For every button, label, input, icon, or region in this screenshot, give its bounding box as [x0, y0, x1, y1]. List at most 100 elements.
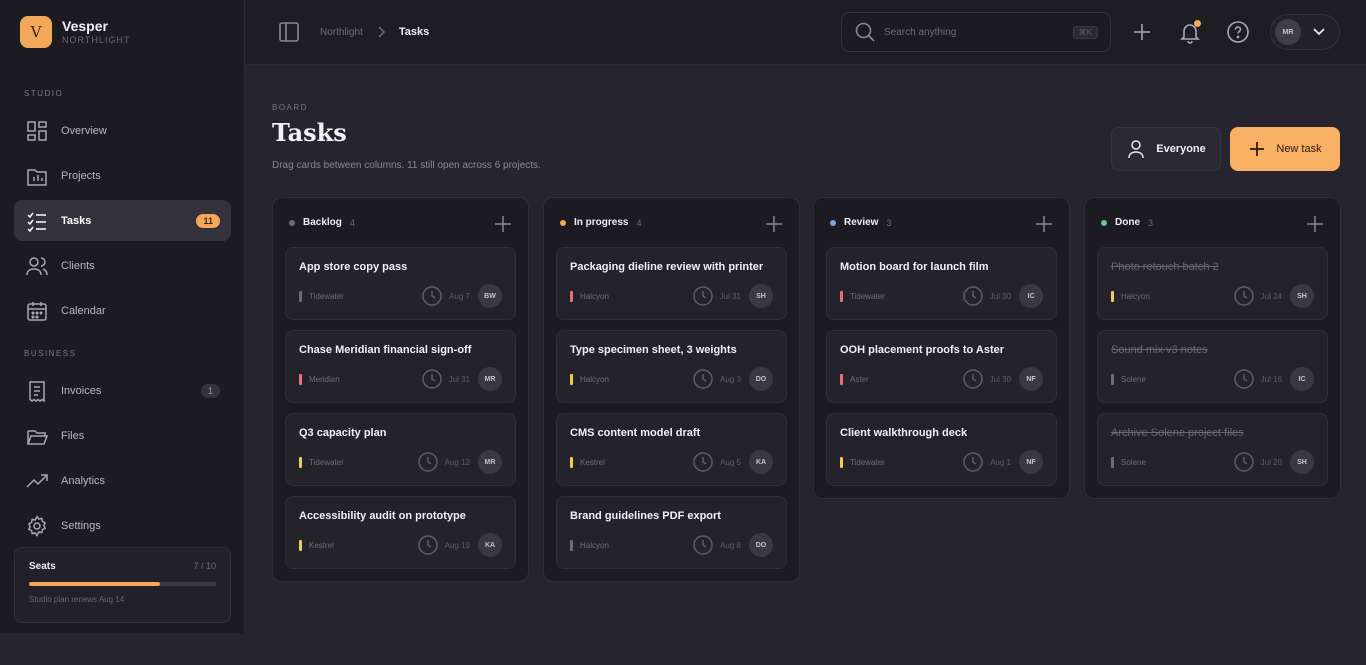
task-due: Aug 3	[692, 368, 741, 390]
sidebar-toggle-icon[interactable]	[278, 21, 300, 43]
sidebar-item-invoices[interactable]: Invoices 1	[14, 370, 231, 411]
sidebar-item-label: Invoices	[61, 384, 102, 397]
add-card-icon[interactable]	[1035, 215, 1053, 233]
sidebar-item-label: Projects	[61, 169, 101, 182]
sidebar-item-clients[interactable]: Clients	[14, 245, 231, 286]
assignee-avatar[interactable]: SH	[1290, 284, 1314, 308]
task-due: Jul 16	[1233, 368, 1282, 390]
assignee-avatar[interactable]: SH	[1290, 450, 1314, 474]
column-header: Done 3	[1085, 198, 1340, 247]
task-project-name: Aster	[850, 375, 869, 384]
assignee-avatar[interactable]: NF	[1019, 367, 1043, 391]
sidebar-item-files[interactable]: Files	[14, 415, 231, 456]
search-box[interactable]: ⌘K	[841, 12, 1111, 52]
project-color-bar	[299, 540, 302, 551]
column-title: Done	[1115, 217, 1140, 228]
task-due: Aug 7	[421, 285, 470, 307]
sidebar-item-overview[interactable]: Overview	[14, 110, 231, 151]
task-due-date: Aug 8	[720, 540, 741, 550]
grid-icon	[26, 120, 48, 142]
column-status-dot	[830, 219, 836, 226]
task-due: Jul 31	[421, 368, 470, 390]
task-due: Jul 31	[692, 285, 741, 307]
assignee-avatar[interactable]: KA	[478, 533, 502, 557]
sidebar-item-badge: 11	[196, 213, 220, 228]
task-card[interactable]: Brand guidelines PDF export Halcyon Aug 8 D…	[556, 496, 787, 569]
task-title: Packaging dieline review with printer	[570, 261, 764, 273]
column-count: 4	[349, 217, 355, 228]
task-card[interactable]: Sound mix v3 notes Solene Jul 16 IC	[1097, 330, 1328, 403]
assignee-filter-button[interactable]: Everyone	[1111, 127, 1221, 171]
task-project: Meridian	[299, 374, 340, 385]
sidebar-item-analytics[interactable]: Analytics	[14, 460, 231, 501]
assignee-avatar[interactable]: MR	[478, 450, 502, 474]
section-label-business: BUSINESS	[24, 349, 77, 358]
add-card-icon[interactable]	[494, 215, 512, 233]
assignee-avatar[interactable]: IC	[1019, 284, 1043, 308]
user-icon	[1128, 140, 1144, 159]
column-header: Backlog 4	[273, 198, 528, 247]
task-project-name: Halcyon	[1121, 292, 1150, 301]
sidebar-item-projects[interactable]: Projects	[14, 155, 231, 196]
breadcrumb-root[interactable]: Northlight	[320, 27, 363, 38]
task-card[interactable]: CMS content model draft Kestrel Aug 5 KA	[556, 413, 787, 486]
workspace-name: NORTHLIGHT	[62, 35, 131, 45]
search-input[interactable]	[884, 26, 1054, 38]
task-project-name: Solene	[1121, 458, 1146, 467]
add-card-icon[interactable]	[765, 215, 783, 233]
folder-open-icon	[26, 425, 48, 447]
project-color-bar	[570, 291, 573, 302]
column-in-progress: In progress 4 Packaging dieline review wit…	[543, 197, 800, 582]
trend-icon	[26, 470, 48, 492]
task-card[interactable]: Type specimen sheet, 3 weights Halcyon Aug…	[556, 330, 787, 403]
assignee-avatar[interactable]: KA	[749, 450, 773, 474]
task-due: Aug 5	[692, 451, 741, 473]
task-card[interactable]: OOH placement proofs to Aster Aster Jul 30…	[826, 330, 1057, 403]
assignee-avatar[interactable]: BW	[478, 284, 502, 308]
task-title: Motion board for launch film	[840, 261, 989, 273]
clock-icon	[693, 369, 713, 389]
chevron-right-icon	[378, 26, 385, 38]
page-title: Tasks	[272, 118, 347, 147]
sidebar-item-calendar[interactable]: Calendar	[14, 290, 231, 331]
task-due-date: Aug 3	[720, 374, 741, 384]
project-color-bar	[1111, 457, 1114, 468]
task-project-name: Tidewater	[850, 292, 885, 301]
clock-icon	[417, 452, 438, 472]
project-color-bar	[299, 374, 302, 385]
task-card[interactable]: Client walkthrough deck Tidewater Aug 1 NF	[826, 413, 1057, 486]
assignee-avatar[interactable]: MR	[478, 367, 502, 391]
project-color-bar	[299, 457, 302, 468]
new-task-button[interactable]: New task	[1230, 127, 1340, 171]
sidebar-item-label: Files	[61, 429, 85, 442]
column-title: Review	[844, 217, 879, 228]
task-card[interactable]: Accessibility audit on prototype Kestrel A…	[285, 496, 516, 569]
assignee-avatar[interactable]: DO	[749, 533, 773, 557]
user-menu[interactable]: MR	[1270, 14, 1340, 50]
task-card[interactable]: Packaging dieline review with printer Hal…	[556, 247, 787, 320]
sidebar-item-tasks[interactable]: Tasks 11	[14, 200, 231, 241]
plus-icon[interactable]	[1130, 20, 1154, 44]
assignee-avatar[interactable]: NF	[1019, 450, 1043, 474]
sidebar-item-settings[interactable]: Settings	[14, 505, 231, 546]
task-card[interactable]: Archive Solene project files Solene Jul 20…	[1097, 413, 1328, 486]
task-card[interactable]: Motion board for launch film Tidewater Jul…	[826, 247, 1057, 320]
assignee-avatar[interactable]: IC	[1290, 367, 1314, 391]
column-done: Done 3 Photo retouch batch 2 Halcyon Jul 24 S…	[1084, 197, 1341, 499]
task-card[interactable]: Photo retouch batch 2 Halcyon Jul 24 SH	[1097, 247, 1328, 320]
assignee-avatar[interactable]: DO	[749, 367, 773, 391]
search-shortcut: ⌘K	[1072, 25, 1098, 39]
project-color-bar	[840, 374, 843, 385]
task-card[interactable]: Q3 capacity plan Tidewater Aug 12 MR	[285, 413, 516, 486]
sidebar-item-label: Analytics	[61, 474, 106, 487]
task-card[interactable]: App store copy pass Tidewater Aug 7 BW	[285, 247, 516, 320]
help-icon[interactable]	[1226, 20, 1250, 44]
task-due: Jul 24	[1233, 285, 1282, 307]
column-header: Review 3	[814, 198, 1069, 247]
workspace-switcher[interactable]: V Vesper NORTHLIGHT	[20, 16, 130, 48]
task-due-date: Aug 1	[990, 457, 1011, 467]
task-due-date: Jul 31	[448, 374, 470, 384]
add-card-icon[interactable]	[1306, 215, 1324, 233]
assignee-avatar[interactable]: SH	[749, 284, 773, 308]
task-card[interactable]: Chase Meridian financial sign-off Meridia…	[285, 330, 516, 403]
